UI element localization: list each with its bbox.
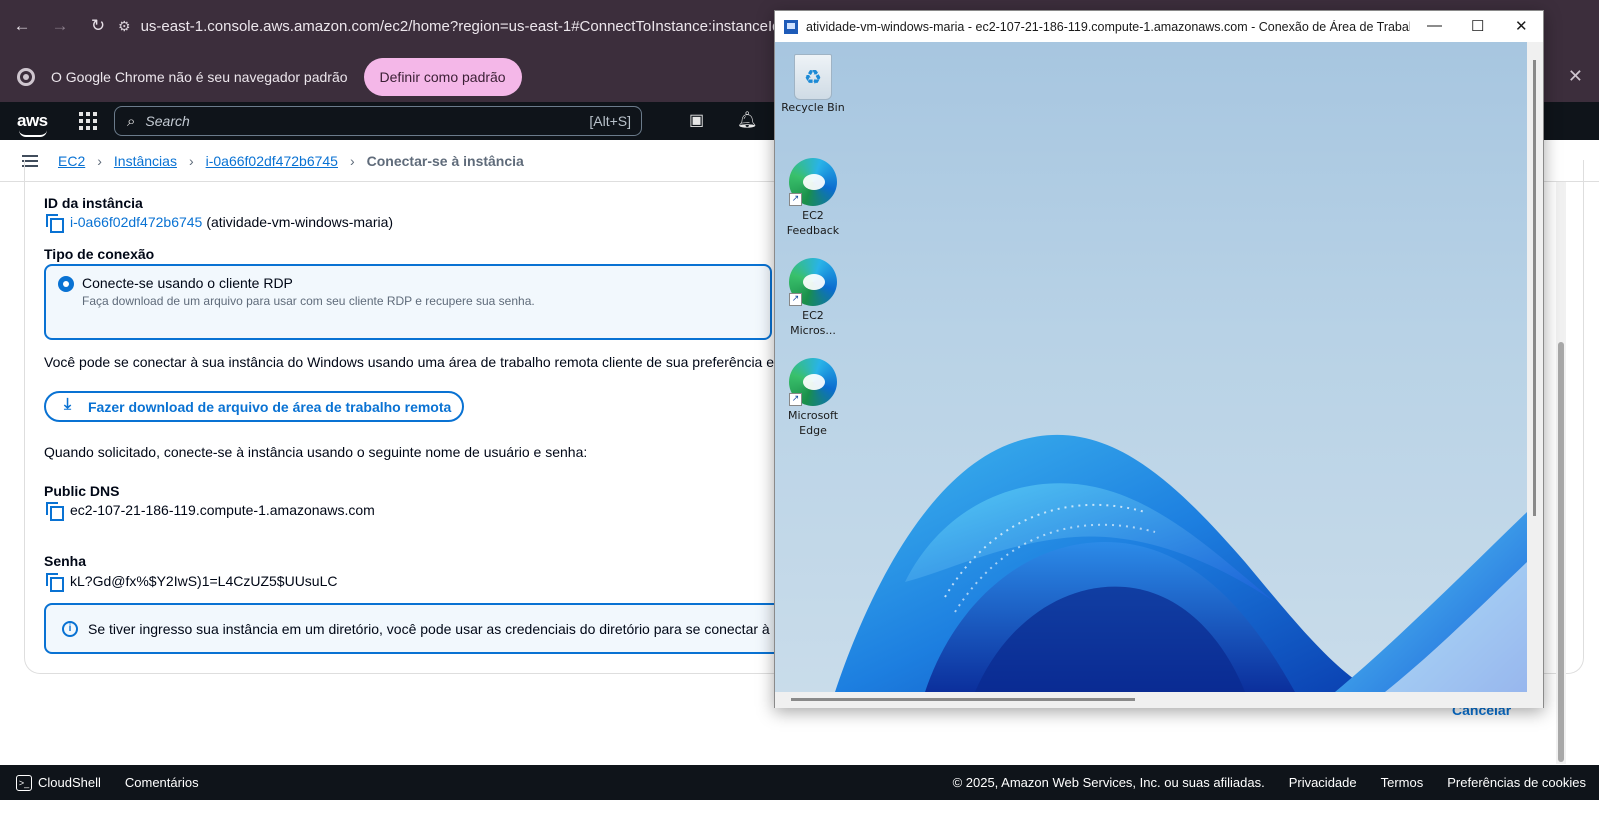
public-dns-row: ec2-107-21-186-119.compute-1.amazonaws.c…: [46, 502, 375, 521]
download-icon: [64, 396, 78, 414]
page-scrollbar[interactable]: [1556, 182, 1566, 764]
page-bottom: [0, 800, 1599, 817]
copy-icon[interactable]: [46, 573, 64, 592]
address-bar[interactable]: ⚙ us-east-1.console.aws.amazon.com/ec2/h…: [118, 8, 818, 44]
services-grid-icon[interactable]: [79, 112, 97, 130]
rdp-vscroll-thumb[interactable]: [1533, 60, 1536, 516]
download-button-label: Fazer download de arquivo de área de tra…: [88, 398, 452, 415]
ec2-microsoft-shortcut[interactable]: ↗ EC2 Micros...: [776, 258, 850, 338]
ec2-feedback-shortcut[interactable]: ↗ EC2 Feedback: [776, 158, 850, 238]
radio-selected-icon[interactable]: [58, 276, 74, 292]
recycle-bin-icon[interactable]: ♻ Recycle Bin: [776, 54, 850, 115]
desktop-icon-label: Recycle Bin: [781, 101, 845, 114]
reload-icon[interactable]: ↻: [82, 10, 114, 42]
search-icon: ⌕: [127, 112, 136, 130]
close-icon[interactable]: ✕: [1515, 17, 1528, 35]
shortcut-arrow-icon: ↗: [789, 393, 802, 406]
desktop-icon-label: EC2: [802, 309, 824, 322]
password-row: kL?Gd@fx%$Y2IwS)1=L4CzUZ5$UUsuLC: [46, 573, 338, 592]
desktop-icon-label: EC2: [802, 209, 824, 222]
copy-icon[interactable]: [46, 502, 64, 521]
cloudshell-link[interactable]: CloudShell: [38, 775, 101, 790]
rdp-title-bar[interactable]: atividade-vm-windows-maria - ec2-107-21-…: [775, 11, 1543, 42]
search-placeholder: Search: [145, 113, 190, 129]
rdp-option-desc: Faça download de um arquivo para usar co…: [82, 294, 535, 308]
desktop-icon-label-2: Feedback: [786, 224, 840, 237]
recycle-icon: ♻: [794, 54, 832, 100]
copy-icon[interactable]: [46, 214, 64, 233]
rdp-horizontal-scrollbar[interactable]: [775, 692, 1543, 708]
aws-logo[interactable]: aws: [17, 111, 51, 137]
rdp-hscroll-thumb[interactable]: [791, 698, 1135, 701]
instance-id-label: ID da instância: [44, 195, 143, 211]
remote-desktop-icon: [784, 19, 798, 34]
windows-bloom-wallpaper: [835, 434, 1527, 692]
connection-type-label: Tipo de conexão: [44, 246, 155, 262]
url-text: us-east-1.console.aws.amazon.com/ec2/hom…: [140, 17, 818, 35]
back-icon[interactable]: ←: [6, 10, 38, 42]
cookie-preferences-link[interactable]: Preferências de cookies: [1447, 775, 1586, 790]
edge-icon: ↗: [789, 258, 837, 306]
comments-link[interactable]: Comentários: [125, 775, 199, 790]
chrome-logo-icon: [17, 68, 35, 86]
public-dns-value: ec2-107-21-186-119.compute-1.amazonaws.c…: [70, 502, 375, 518]
shortcut-arrow-icon: ↗: [789, 293, 802, 306]
minimize-icon[interactable]: —: [1427, 17, 1442, 34]
cloudshell-icon[interactable]: ▣: [689, 110, 704, 130]
infobar-close-icon[interactable]: ✕: [1568, 66, 1583, 87]
site-info-icon[interactable]: ⚙: [118, 18, 131, 35]
cloudshell-icon[interactable]: >_: [16, 774, 32, 791]
desktop-icon-label: Microsoft: [787, 409, 839, 422]
privacy-link[interactable]: Privacidade: [1289, 775, 1357, 790]
maximize-icon[interactable]: ☐: [1471, 17, 1484, 35]
download-rdp-button[interactable]: Fazer download de arquivo de área de tra…: [44, 391, 464, 422]
search-shortcut: [Alt+S]: [589, 113, 631, 129]
shortcut-arrow-icon: ↗: [789, 193, 802, 206]
edge-icon: ↗: [789, 158, 837, 206]
instance-name: (atividade-vm-windows-maria): [206, 214, 394, 230]
instance-id-link[interactable]: i-0a66f02df472b6745: [70, 214, 202, 230]
page-scrollbar-thumb[interactable]: [1558, 342, 1564, 762]
rdp-client-option[interactable]: Conecte-se usando o cliente RDP Faça dow…: [44, 264, 772, 340]
search-input[interactable]: ⌕ Search [Alt+S]: [114, 106, 642, 136]
aws-footer: >_ CloudShell Comentários © 2025, Amazon…: [0, 765, 1599, 800]
set-default-button[interactable]: Definir como padrão: [363, 58, 522, 96]
remote-desktop[interactable]: ♻ Recycle Bin ↗ EC2 Feedback ↗ EC2 Micro…: [775, 42, 1527, 692]
prompt-text: Quando solicitado, conecte-se à instânci…: [44, 444, 588, 460]
copyright-text: © 2025, Amazon Web Services, Inc. ou sua…: [952, 775, 1265, 790]
desktop-icon-label-2: Edge: [799, 424, 827, 437]
password-label: Senha: [44, 553, 87, 569]
directory-info-alert: i Se tiver ingresso sua instância em um …: [44, 603, 784, 654]
forward-icon[interactable]: →: [44, 10, 76, 42]
edge-icon: ↗: [789, 358, 837, 406]
intro-text: Você pode se conectar à sua instância do…: [44, 354, 790, 370]
rdp-option-title: Conecte-se usando o cliente RDP: [82, 275, 293, 291]
rdp-window-title: atividade-vm-windows-maria - ec2-107-21-…: [806, 19, 1410, 34]
microsoft-edge-shortcut[interactable]: ↗ Microsoft Edge: [776, 358, 850, 438]
infobar-message: O Google Chrome não é seu navegador padr…: [51, 69, 348, 85]
password-value: kL?Gd@fx%$Y2IwS)1=L4CzUZ5$UUsuLC: [70, 573, 338, 589]
rdp-vertical-scrollbar[interactable]: [1527, 42, 1543, 692]
public-dns-label: Public DNS: [44, 483, 120, 499]
bell-icon[interactable]: 🔔︎: [737, 110, 757, 130]
instance-id-row: i-0a66f02df472b6745 (atividade-vm-window…: [46, 214, 394, 233]
rdp-window[interactable]: atividade-vm-windows-maria - ec2-107-21-…: [774, 10, 1544, 708]
desktop-icon-label-2: Micros...: [790, 324, 836, 337]
info-text: Se tiver ingresso sua instância em um di…: [88, 620, 784, 637]
terms-link[interactable]: Termos: [1381, 775, 1424, 790]
info-icon: i: [62, 620, 78, 637]
